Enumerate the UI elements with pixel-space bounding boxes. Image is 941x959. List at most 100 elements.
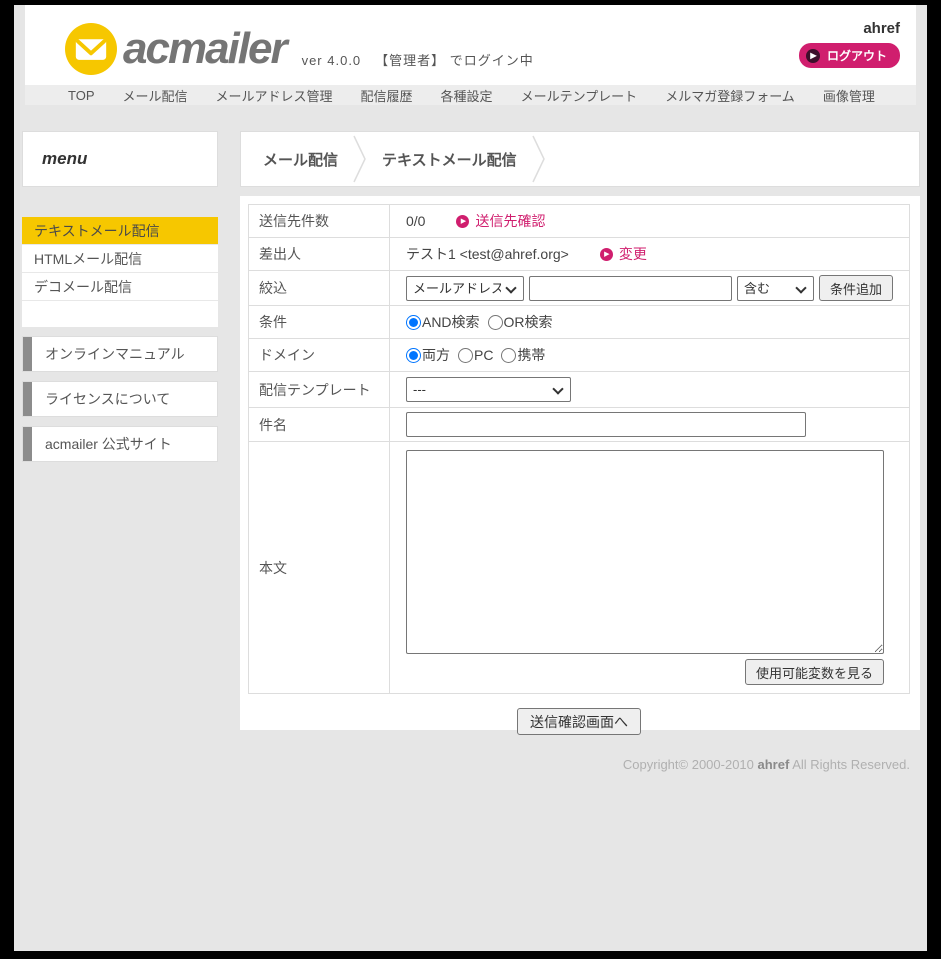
logout-button[interactable]: ▶ ログアウト bbox=[799, 43, 900, 68]
send-count-value: 0/0 bbox=[406, 213, 425, 229]
show-variables-button[interactable]: 使用可能変数を見る bbox=[745, 659, 884, 685]
side-link-label: オンラインマニュアル bbox=[45, 344, 185, 364]
nav-item-mail-template[interactable]: メールテンプレート bbox=[521, 86, 638, 105]
variables-button-row: 使用可能変数を見る bbox=[406, 659, 884, 685]
filter-label: 絞込 bbox=[249, 271, 390, 306]
sidebar-item-deco-mail[interactable]: デコメール配信 bbox=[22, 273, 218, 301]
sidebar-link-license[interactable]: ライセンスについて bbox=[22, 381, 218, 417]
send-count-label: 送信先件数 bbox=[249, 205, 390, 238]
radio-domain-both-input[interactable] bbox=[406, 348, 421, 363]
condition-radio-group: AND検索 OR検索 bbox=[406, 312, 893, 332]
nav-item-signup-form[interactable]: メルマガ登録フォーム bbox=[665, 86, 795, 105]
side-link-bar bbox=[23, 427, 32, 461]
breadcrumb-item-mail-delivery[interactable]: メール配信 bbox=[263, 149, 338, 170]
logo-text: acmailer bbox=[123, 27, 286, 71]
footer-brand: ahref bbox=[758, 757, 790, 772]
subject-label: 件名 bbox=[249, 408, 390, 442]
sidebar-link-online-manual[interactable]: オンラインマニュアル bbox=[22, 336, 218, 372]
row-subject: 件名 bbox=[249, 408, 910, 442]
row-filter: 絞込 メールアドレス bbox=[249, 271, 910, 306]
radio-domain-mobile[interactable]: 携帯 bbox=[501, 345, 545, 365]
arrow-circle-icon: ▶ bbox=[600, 248, 613, 261]
domain-label: ドメイン bbox=[249, 339, 390, 372]
template-select[interactable]: --- bbox=[406, 377, 571, 402]
sender-label: 差出人 bbox=[249, 238, 390, 271]
rights-text: All Rights Reserved. bbox=[792, 757, 910, 772]
sender-value: テスト1 <test@ahref.org> bbox=[406, 244, 569, 264]
sidebar-item-html-mail[interactable]: HTMLメール配信 bbox=[22, 245, 218, 273]
nav-item-address-management[interactable]: メールアドレス管理 bbox=[216, 86, 333, 105]
arrow-circle-icon: ▶ bbox=[456, 215, 469, 228]
domain-radio-group: 両方 PC 携帯 bbox=[406, 345, 893, 365]
radio-and-search[interactable]: AND検索 bbox=[406, 312, 480, 332]
envelope-logo-icon bbox=[65, 23, 117, 75]
nav-item-mail-delivery[interactable]: メール配信 bbox=[123, 86, 188, 105]
template-label: 配信テンプレート bbox=[249, 372, 390, 408]
change-sender-label: 変更 bbox=[619, 244, 647, 264]
side-link-bar bbox=[23, 382, 32, 416]
filter-keyword-input[interactable] bbox=[529, 276, 732, 301]
breadcrumb: メール配信 テキストメール配信 bbox=[240, 131, 920, 187]
logout-label: ログアウト bbox=[827, 47, 887, 64]
radio-domain-pc-input[interactable] bbox=[458, 348, 473, 363]
page: acmailer ver 4.0.0 【管理者】 でログイン中 ahref ▶ … bbox=[14, 5, 927, 951]
global-nav: TOP メール配信 メールアドレス管理 配信履歴 各種設定 メールテンプレート … bbox=[25, 85, 916, 105]
row-sender: 差出人 テスト1 <test@ahref.org> ▶ 変更 bbox=[249, 238, 910, 271]
row-send-count: 送信先件数 0/0 ▶ 送信先確認 bbox=[249, 205, 910, 238]
acmailer-logo: acmailer bbox=[65, 23, 286, 75]
sidebar-link-official-site[interactable]: acmailer 公式サイト bbox=[22, 426, 218, 462]
header: acmailer ver 4.0.0 【管理者】 でログイン中 ahref ▶ … bbox=[25, 5, 916, 85]
body-label: 本文 bbox=[249, 442, 390, 694]
radio-and-search-input[interactable] bbox=[406, 315, 421, 330]
main-content: メール配信 テキストメール配信 送信先件数 0/0 ▶ 送信 bbox=[240, 131, 920, 730]
nav-item-image-management[interactable]: 画像管理 bbox=[823, 86, 875, 105]
side-link-label: acmailer 公式サイト bbox=[45, 434, 172, 454]
change-sender-link[interactable]: ▶ 変更 bbox=[600, 244, 647, 264]
sidebar-menu-list: テキストメール配信 HTMLメール配信 デコメール配信 bbox=[22, 217, 218, 327]
chevron-separator-icon bbox=[531, 134, 547, 184]
radio-domain-pc[interactable]: PC bbox=[458, 347, 493, 363]
filter-field-select[interactable]: メールアドレス bbox=[406, 276, 524, 301]
header-account-area: ahref ▶ ログアウト bbox=[799, 20, 900, 68]
submit-row: 送信確認画面へ bbox=[248, 708, 910, 735]
add-condition-button[interactable]: 条件追加 bbox=[819, 275, 893, 301]
nav-item-settings[interactable]: 各種設定 bbox=[441, 86, 493, 105]
body-row: menu テキストメール配信 HTMLメール配信 デコメール配信 オンラインマニ… bbox=[14, 131, 927, 730]
row-body: 本文 使用可能変数を見る bbox=[249, 442, 910, 694]
confirm-recipients-link[interactable]: ▶ 送信先確認 bbox=[456, 211, 545, 231]
radio-domain-mobile-input[interactable] bbox=[501, 348, 516, 363]
body-textarea[interactable] bbox=[406, 450, 884, 654]
sidebar: menu テキストメール配信 HTMLメール配信 デコメール配信 オンラインマニ… bbox=[22, 131, 218, 730]
account-name: ahref bbox=[863, 20, 900, 37]
radio-domain-both[interactable]: 両方 bbox=[406, 345, 450, 365]
go-to-confirm-button[interactable]: 送信確認画面へ bbox=[517, 708, 641, 735]
sidebar-menu-title-box: menu bbox=[22, 131, 218, 187]
filter-match-select-wrap: 含む bbox=[737, 276, 814, 301]
login-meta: ver 4.0.0 【管理者】 でログイン中 bbox=[302, 50, 534, 69]
nav-item-delivery-history[interactable]: 配信履歴 bbox=[361, 86, 413, 105]
confirm-recipients-label: 送信先確認 bbox=[475, 211, 545, 231]
delivery-form-table: 送信先件数 0/0 ▶ 送信先確認 差出人 bbox=[248, 204, 910, 694]
subject-input[interactable] bbox=[406, 412, 806, 437]
delivery-form: 送信先件数 0/0 ▶ 送信先確認 差出人 bbox=[240, 196, 920, 730]
row-domain: ドメイン 両方 PC bbox=[249, 339, 910, 372]
side-link-bar bbox=[23, 337, 32, 371]
condition-label: 条件 bbox=[249, 306, 390, 339]
version-label: ver 4.0.0 bbox=[302, 53, 362, 68]
login-status: 【管理者】 でログイン中 bbox=[375, 50, 534, 69]
filter-match-select[interactable]: 含む bbox=[737, 276, 814, 301]
sidebar-menu-title: menu bbox=[42, 149, 87, 169]
arrow-circle-icon: ▶ bbox=[806, 49, 820, 63]
sidebar-item-text-mail[interactable]: テキストメール配信 bbox=[22, 217, 218, 245]
filter-field-select-wrap: メールアドレス bbox=[406, 276, 524, 301]
row-template: 配信テンプレート --- bbox=[249, 372, 910, 408]
template-select-wrap: --- bbox=[406, 377, 571, 402]
radio-or-search[interactable]: OR検索 bbox=[488, 312, 553, 332]
nav-item-top[interactable]: TOP bbox=[68, 88, 95, 103]
row-condition: 条件 AND検索 OR検索 bbox=[249, 306, 910, 339]
copyright-text: Copyright© 2000-2010 bbox=[623, 757, 754, 772]
side-link-label: ライセンスについて bbox=[45, 389, 170, 409]
breadcrumb-item-text-mail: テキストメール配信 bbox=[382, 149, 517, 170]
radio-or-search-input[interactable] bbox=[488, 315, 503, 330]
footer: Copyright© 2000-2010 ahref All Rights Re… bbox=[14, 757, 927, 772]
